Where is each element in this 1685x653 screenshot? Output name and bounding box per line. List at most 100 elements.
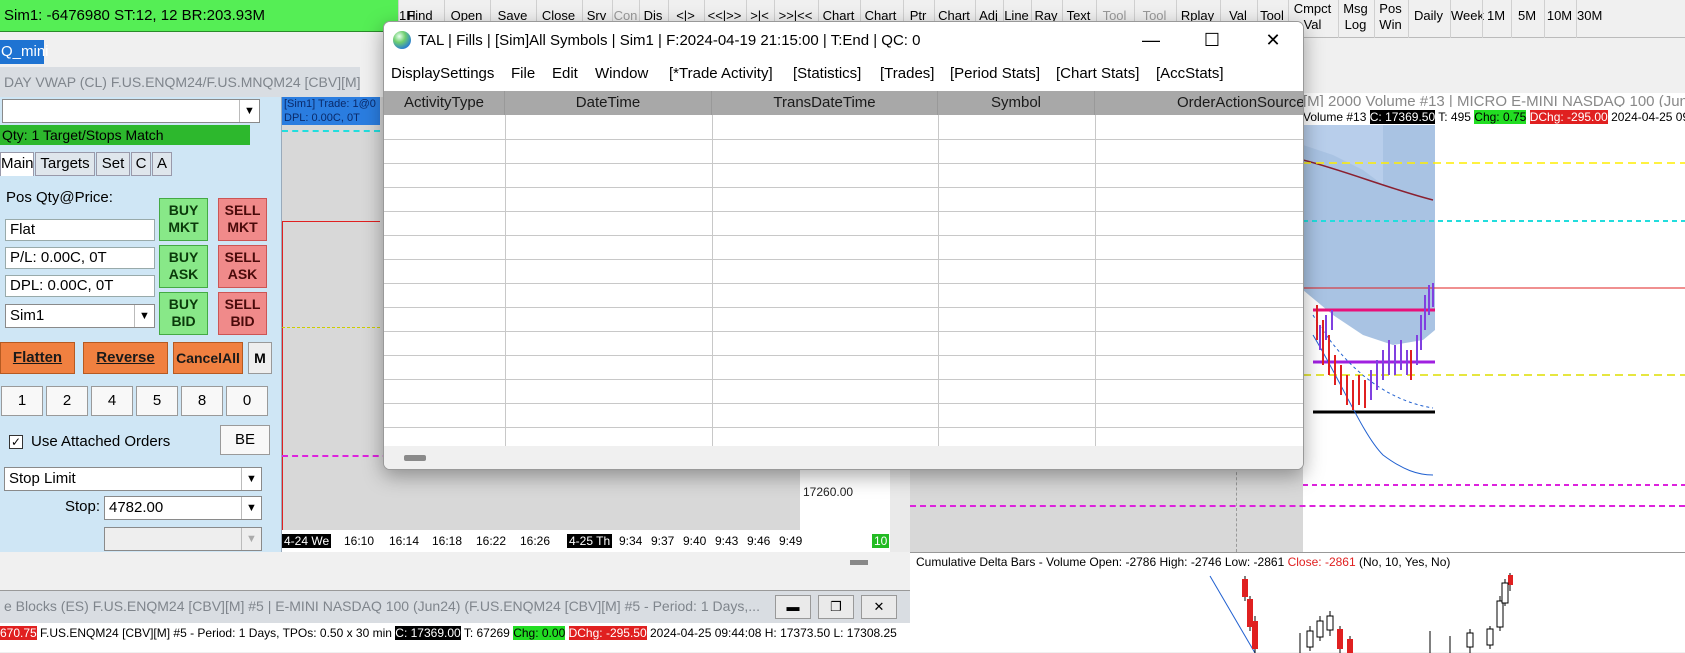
symbol-tab[interactable]: Q_mini xyxy=(0,40,49,64)
dpl-value: DPL: 0.00C, 0T xyxy=(5,275,155,297)
toolbar-button[interactable]: 10M xyxy=(1544,0,1574,38)
column-header-trans-datetime[interactable]: TransDateTime xyxy=(712,91,938,115)
buy-market-button[interactable]: BUY MKT xyxy=(159,198,208,241)
minimize-button[interactable]: — xyxy=(1125,22,1177,59)
yellow-dashed-line xyxy=(282,327,380,328)
time-label: 9:43 xyxy=(715,534,739,548)
menu-display-settings[interactable]: DisplaySettings xyxy=(391,59,494,89)
stop-price-input[interactable]: 4782.00 ▼ xyxy=(104,496,262,520)
table-row[interactable] xyxy=(384,355,1303,356)
toolbar-button[interactable]: 5M xyxy=(1511,0,1542,38)
scrollbar-thumb[interactable] xyxy=(404,455,426,461)
time-label: 16:22 xyxy=(476,534,507,548)
qty-button[interactable]: 0 xyxy=(226,386,268,416)
flatten-button[interactable]: Flatten xyxy=(0,342,75,374)
cumulative-delta-title: Cumulative Delta Bars - Volume Open: -27… xyxy=(910,553,1685,571)
buy-bid-button[interactable]: BUY BID xyxy=(159,292,208,335)
table-row[interactable] xyxy=(384,379,1303,380)
bottom-chart-ohl: 2024-04-25 09:44:08 H: 17373.50 L: 17308… xyxy=(649,626,897,640)
table-row[interactable] xyxy=(384,307,1303,308)
menu-statistics[interactable]: [Statistics] xyxy=(793,59,861,89)
tab-set[interactable]: Set xyxy=(96,152,130,176)
table-column-divider xyxy=(712,115,713,446)
break-even-button[interactable]: BE xyxy=(220,425,270,455)
qty-button[interactable]: 4 xyxy=(91,386,133,416)
tab-a[interactable]: A xyxy=(152,152,172,176)
column-header-datetime[interactable]: DateTime xyxy=(505,91,712,115)
table-row[interactable] xyxy=(384,187,1303,188)
table-row[interactable] xyxy=(384,283,1303,284)
toolbar-button[interactable]: Week xyxy=(1450,0,1484,38)
table-row[interactable] xyxy=(384,139,1303,140)
toolbar-button[interactable]: Daily xyxy=(1408,0,1448,38)
table-row[interactable] xyxy=(384,331,1303,332)
tab-c[interactable]: C xyxy=(131,152,151,176)
minimize-button[interactable]: ▬ xyxy=(775,595,811,619)
bottom-left-chart[interactable]: e Blocks (ES) F.US.ENQM24 [CBV][M] #5 | … xyxy=(0,590,910,652)
chart-title-vwap[interactable]: DAY VWAP (CL) F.US.ENQM24/F.US.MNQM24 [C… xyxy=(0,67,360,97)
bar-count-badge: 10 xyxy=(872,534,890,548)
dialog-titlebar[interactable]: TAL | Fills | [Sim]All Symbols | Sim1 | … xyxy=(384,22,1303,59)
symbol-combo[interactable]: ▼ xyxy=(2,99,260,123)
order-type-select[interactable]: Stop Limit ▼ xyxy=(4,467,262,491)
restore-button[interactable]: ❐ xyxy=(818,595,854,619)
account-select[interactable]: Sim1 ▼ xyxy=(5,304,155,328)
horizontal-scrollbar[interactable] xyxy=(384,446,1303,469)
cancel-all-button[interactable]: CancelAll xyxy=(173,342,243,374)
close-button[interactable]: ✕ xyxy=(1247,22,1299,59)
column-header-symbol[interactable]: Symbol xyxy=(938,91,1095,115)
menu-window[interactable]: Window xyxy=(595,59,648,89)
tab-targets[interactable]: Targets xyxy=(35,152,95,176)
cumulative-delta-chart[interactable]: Cumulative Delta Bars - Volume Open: -27… xyxy=(910,552,1685,653)
scroll-thumb[interactable] xyxy=(850,560,868,565)
bottom-chart-title[interactable]: e Blocks (ES) F.US.ENQM24 [CBV][M] #5 | … xyxy=(0,591,910,623)
use-attached-label: Use Attached Orders xyxy=(31,433,171,450)
menu-trade-activity[interactable]: [*Trade Activity] xyxy=(669,59,773,89)
fills-table[interactable]: ActivityType DateTime TransDateTime Symb… xyxy=(384,91,1303,452)
menu-period-stats[interactable]: [Period Stats] xyxy=(950,59,1040,89)
menu-acc-stats[interactable]: [AccStats] xyxy=(1156,59,1224,89)
menu-chart-stats[interactable]: [Chart Stats] xyxy=(1056,59,1139,89)
limit-offset-input[interactable]: ▼ xyxy=(104,527,262,551)
time-label: 9:49 xyxy=(779,534,803,548)
sell-market-button[interactable]: SELL MKT xyxy=(218,198,267,241)
sell-bid-button[interactable]: SELL BID xyxy=(218,292,267,335)
time-label: 16:14 xyxy=(389,534,420,548)
dialog-title: TAL | Fills | [Sim]All Symbols | Sim1 | … xyxy=(418,32,921,49)
cyan-dashed-line xyxy=(282,130,380,132)
table-row[interactable] xyxy=(384,163,1303,164)
time-label: 16:26 xyxy=(520,534,551,548)
toolbar-button[interactable]: 1M xyxy=(1482,0,1509,38)
table-row[interactable] xyxy=(384,427,1303,428)
table-row[interactable] xyxy=(384,235,1303,236)
time-label: 9:40 xyxy=(683,534,707,548)
menu-trades[interactable]: [Trades] xyxy=(880,59,934,89)
toolbar-button[interactable]: Pos Win xyxy=(1374,0,1406,38)
table-row[interactable] xyxy=(384,403,1303,404)
table-row[interactable] xyxy=(384,211,1303,212)
qty-button[interactable]: 8 xyxy=(181,386,223,416)
menu-edit[interactable]: Edit xyxy=(552,59,578,89)
table-row[interactable] xyxy=(384,259,1303,260)
close-button[interactable]: ✕ xyxy=(861,595,897,619)
buy-ask-button[interactable]: BUY ASK xyxy=(159,245,208,288)
m-button[interactable]: M xyxy=(248,342,272,374)
qty-button[interactable]: 1 xyxy=(1,386,43,416)
table-column-divider xyxy=(1095,115,1096,446)
column-header-order-action-source[interactable]: OrderActionSource xyxy=(1095,91,1303,115)
sell-ask-button[interactable]: SELL ASK xyxy=(218,245,267,288)
tab-main[interactable]: Main xyxy=(0,152,34,176)
qty-button[interactable]: 2 xyxy=(46,386,88,416)
use-attached-checkbox[interactable]: ✓ xyxy=(9,435,23,449)
maximize-button[interactable]: ☐ xyxy=(1186,22,1238,59)
close-value: C: 17369.50 xyxy=(1369,110,1436,124)
column-header-activity-type[interactable]: ActivityType xyxy=(384,91,505,115)
bottom-chart-study: F.US.ENQM24 [CBV][M] #5 - Period: 1 Days… xyxy=(40,626,392,640)
magenta-dashed-line xyxy=(910,505,1685,507)
menu-file[interactable]: File xyxy=(511,59,535,89)
qty-button[interactable]: 5 xyxy=(136,386,178,416)
toolbar-button[interactable]: 30M xyxy=(1576,0,1602,38)
reverse-button[interactable]: Reverse xyxy=(83,342,168,374)
toolbar-button[interactable]: Msg Log xyxy=(1338,0,1372,38)
cd-low: Low: -2861 xyxy=(1224,555,1285,569)
